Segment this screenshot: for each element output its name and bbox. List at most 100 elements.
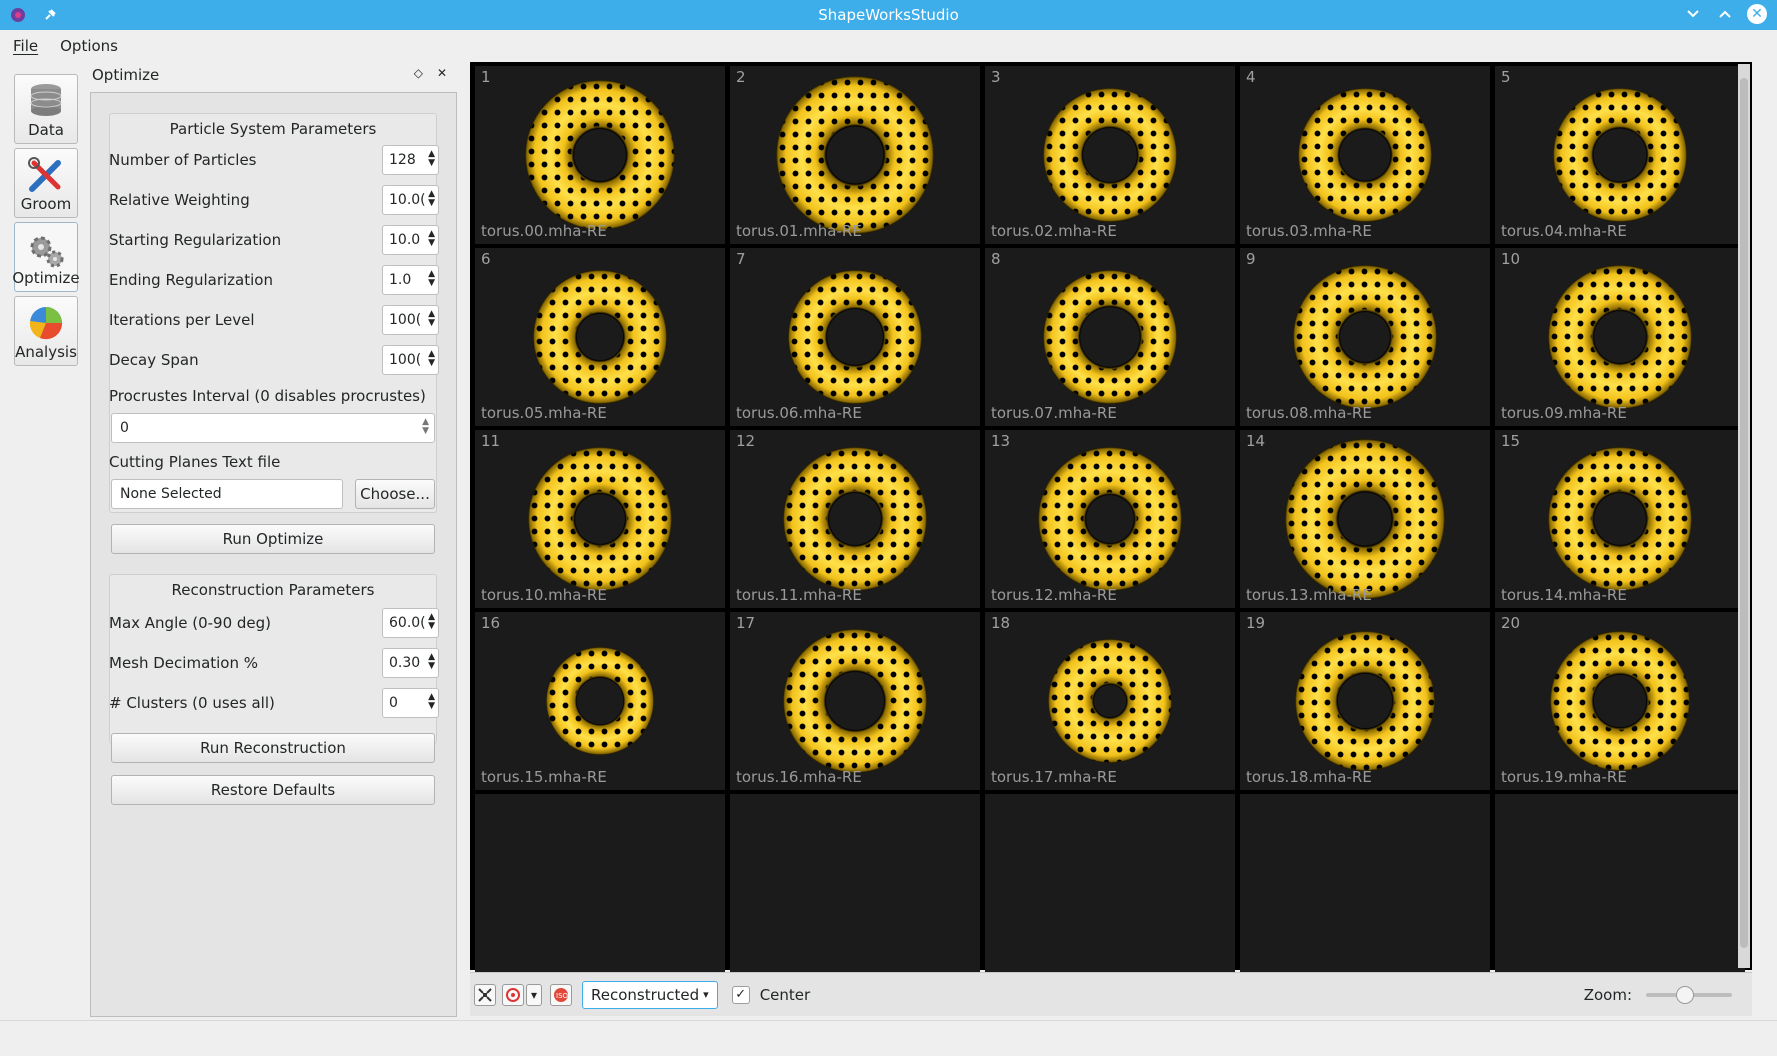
zoom-slider[interactable] [1646,985,1732,1004]
param-label: Starting Regularization [109,231,282,249]
minimize-icon[interactable] [1683,4,1703,24]
tile-number: 10 [1501,250,1521,268]
torus-mesh [1043,270,1177,404]
mesh-decimation-spinbox[interactable]: 0.30 ▲ ▼ [382,648,439,678]
run-optimize-button[interactable]: Run Optimize [111,524,435,554]
num-particles-spinbox[interactable]: 128 ▲ ▼ [382,145,439,175]
spin-arrows-icon[interactable]: ▲ ▼ [428,150,435,168]
shape-tile[interactable]: 12 torus.11.mha-RE [730,430,980,608]
spin-arrows-icon[interactable]: ▲ ▼ [422,418,429,436]
spin-arrows-icon[interactable]: ▲ ▼ [428,613,435,631]
tile-filename: torus.14.mha-RE [1501,586,1627,604]
shape-tile[interactable]: 10 torus.09.mha-RE [1495,248,1745,426]
shape-tile[interactable]: 17 torus.16.mha-RE [730,612,980,790]
param-row: Starting Regularization 10.0 ▲ ▼ [109,225,439,255]
tile-filename: torus.06.mha-RE [736,404,862,422]
center-label: Center [759,985,811,1004]
param-row: # Clusters (0 uses all) 0 ▲ ▼ [109,688,439,718]
glyph-visibility-icon[interactable] [502,983,524,1006]
starting-regularization-spinbox[interactable]: 10.0 ▲ ▼ [382,225,439,255]
param-row: Relative Weighting 10.0(▲ ▼ [109,185,439,215]
center-checkbox[interactable]: ✓ [731,985,750,1004]
auto-view-icon[interactable] [474,983,496,1006]
tile-number: 14 [1246,432,1266,450]
max-angle-spinbox[interactable]: 60.0(▲ ▼ [382,608,439,638]
tile-filename: torus.19.mha-RE [1501,768,1627,786]
maximize-icon[interactable] [1715,4,1735,24]
shape-tile[interactable]: 1 torus.00.mha-RE [475,66,725,244]
tile-filename: torus.16.mha-RE [736,768,862,786]
chevron-down-icon[interactable]: ▾ [526,983,542,1006]
menu-options[interactable]: Options [60,37,118,55]
shape-tile[interactable]: 7 torus.06.mha-RE [730,248,980,426]
reconstruction-params-title: Reconstruction Parameters [171,581,375,599]
tile-number: 13 [991,432,1011,450]
close-dock-icon[interactable]: ✕ [437,66,447,80]
shape-tile[interactable]: 15 torus.14.mha-RE [1495,430,1745,608]
spin-arrows-icon[interactable]: ▲ ▼ [428,310,435,328]
view-mode-select[interactable]: Reconstructed ▾ [582,980,718,1009]
spin-arrows-icon[interactable]: ▲ ▼ [428,230,435,248]
ending-regularization-spinbox[interactable]: 1.0 ▲ ▼ [382,265,439,295]
clusters-spinbox[interactable]: 0 ▲ ▼ [382,688,439,718]
shape-tile[interactable]: 9 torus.08.mha-RE [1240,248,1490,426]
zoom-slider-handle[interactable] [1675,985,1694,1004]
tool-groom-button[interactable]: Groom [14,148,78,218]
tool-analysis-button[interactable]: Analysis [14,296,78,366]
menu-file[interactable]: File [13,37,38,55]
shape-viewer[interactable]: 1 torus.00.mha-RE 2 torus.01.mha-RE 3 torus.0… [470,62,1752,972]
spin-arrows-icon[interactable]: ▲ ▼ [428,270,435,288]
param-row: Ending Regularization 1.0 ▲ ▼ [109,265,439,295]
choose-file-button[interactable]: Choose... [355,479,435,509]
param-label: Decay Span [109,351,199,369]
pin-icon[interactable] [40,5,60,25]
shape-tile[interactable]: 3 torus.02.mha-RE [985,66,1235,244]
tile-filename: torus.17.mha-RE [991,768,1117,786]
tool-data-button[interactable]: Data [14,74,78,144]
restore-defaults-button[interactable]: Restore Defaults [111,775,435,805]
app-icon[interactable] [8,5,28,25]
shape-tile[interactable]: 2 torus.01.mha-RE [730,66,980,244]
shape-tile[interactable]: 18 torus.17.mha-RE [985,612,1235,790]
viewer-scrollbar[interactable] [1738,64,1750,968]
tool-optimize-button[interactable]: Optimize [12,222,80,292]
isosurface-icon[interactable]: ISO [550,983,572,1006]
torus-mesh [1293,265,1437,409]
empty-tile[interactable] [1240,794,1490,972]
shape-tile[interactable]: 11 torus.10.mha-RE [475,430,725,608]
tile-number: 16 [481,614,501,632]
empty-tile[interactable] [1495,794,1745,972]
shape-tile[interactable]: 19 torus.18.mha-RE [1240,612,1490,790]
empty-tile[interactable] [475,794,725,972]
run-reconstruction-button[interactable]: Run Reconstruction [111,733,435,763]
torus-mesh [783,447,927,591]
particle-dots [788,270,922,404]
spin-arrows-icon[interactable]: ▲ ▼ [428,653,435,671]
iterations-per-level-spinbox[interactable]: 100(▲ ▼ [382,305,439,335]
spin-arrows-icon[interactable]: ▲ ▼ [428,693,435,711]
torus-mesh [525,80,675,230]
shape-tile[interactable]: 5 torus.04.mha-RE [1495,66,1745,244]
shape-tile[interactable]: 8 torus.07.mha-RE [985,248,1235,426]
spin-arrows-icon[interactable]: ▲ ▼ [428,350,435,368]
torus-mesh [1295,631,1435,771]
empty-tile[interactable] [985,794,1235,972]
procrustes-spinbox[interactable]: 0 ▲ ▼ [111,413,435,443]
tile-filename: torus.15.mha-RE [481,768,607,786]
close-window-icon[interactable]: ✕ [1747,4,1767,24]
tile-filename: torus.00.mha-RE [481,222,607,240]
float-dock-icon[interactable]: ◇ [414,66,423,80]
spin-arrows-icon[interactable]: ▲ ▼ [428,190,435,208]
empty-tile[interactable] [730,794,980,972]
shape-tile[interactable]: 4 torus.03.mha-RE [1240,66,1490,244]
shape-tile[interactable]: 6 torus.05.mha-RE [475,248,725,426]
param-label: # Clusters (0 uses all) [109,694,275,712]
shape-tile[interactable]: 20 torus.19.mha-RE [1495,612,1745,790]
scrollbar-handle[interactable] [1740,78,1748,948]
relative-weighting-spinbox[interactable]: 10.0(▲ ▼ [382,185,439,215]
shape-tile[interactable]: 14 torus.13.mha-RE [1240,430,1490,608]
cutting-planes-field[interactable]: None Selected [111,479,343,509]
shape-tile[interactable]: 16 torus.15.mha-RE [475,612,725,790]
decay-span-spinbox[interactable]: 100(▲ ▼ [382,345,439,375]
shape-tile[interactable]: 13 torus.12.mha-RE [985,430,1235,608]
